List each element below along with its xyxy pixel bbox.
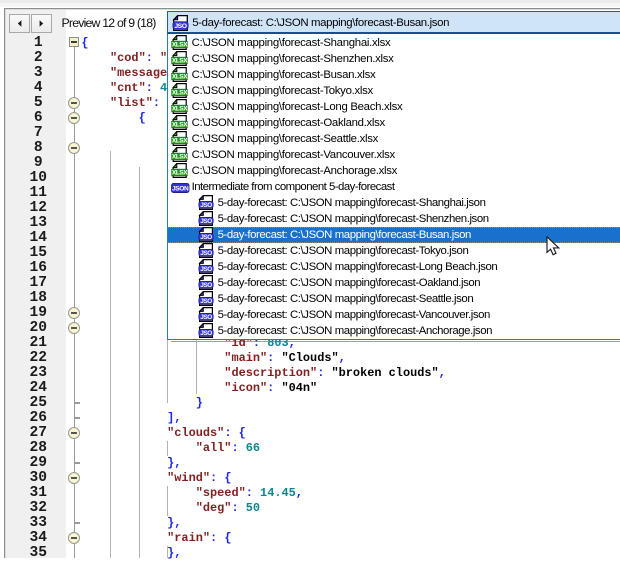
svg-text:JSO: JSO xyxy=(200,266,212,273)
svg-text:XLSX: XLSX xyxy=(172,122,188,129)
svg-text:JSO: JSO xyxy=(175,23,187,30)
svg-text:XLSX: XLSX xyxy=(172,42,188,49)
svg-text:XLSX: XLSX xyxy=(172,154,188,161)
svg-text:XLSX: XLSX xyxy=(172,106,188,113)
svg-text:XLSX: XLSX xyxy=(172,74,188,81)
svg-text:JSO: JSO xyxy=(200,218,212,225)
svg-text:JSO: JSO xyxy=(200,330,212,337)
svg-text:XLSX: XLSX xyxy=(172,138,188,145)
svg-text:XLSX: XLSX xyxy=(172,90,188,97)
svg-text:JSO: JSO xyxy=(200,314,212,321)
svg-text:JSO: JSO xyxy=(200,298,212,305)
svg-text:JSON: JSON xyxy=(172,185,189,192)
svg-text:JSO: JSO xyxy=(200,250,212,257)
svg-text:XLSX: XLSX xyxy=(172,58,188,65)
svg-text:JSO: JSO xyxy=(200,282,212,289)
svg-text:JSO: JSO xyxy=(200,234,212,241)
svg-text:XLSX: XLSX xyxy=(172,170,188,177)
svg-text:JSO: JSO xyxy=(200,202,212,209)
